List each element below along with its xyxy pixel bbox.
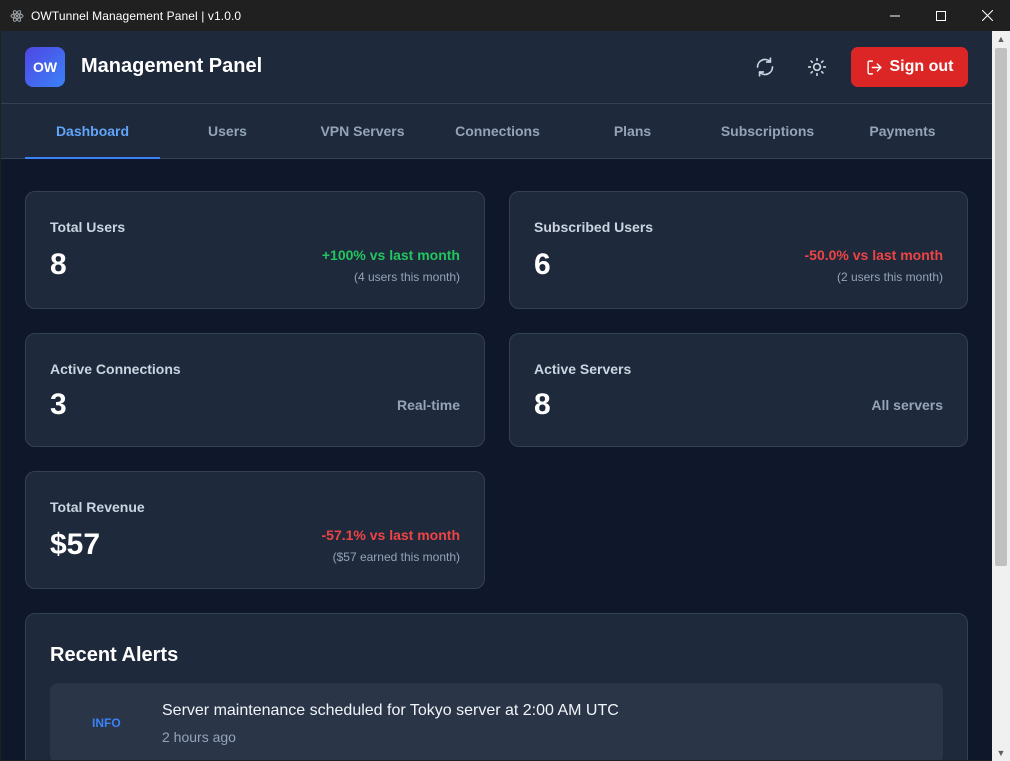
refresh-button[interactable]	[749, 51, 781, 83]
stat-trend: -50.0% vs last month	[804, 247, 944, 263]
sign-out-label: Sign out	[889, 58, 954, 75]
tab-subscriptions[interactable]: Subscriptions	[700, 104, 835, 158]
theme-toggle-button[interactable]	[801, 51, 833, 83]
stat-value: 3	[50, 388, 67, 421]
stat-label: Active Connections	[50, 361, 181, 377]
stat-label: Total Users	[50, 219, 126, 235]
tab-payments[interactable]: Payments	[835, 104, 970, 158]
maximize-button[interactable]	[918, 0, 964, 31]
close-button[interactable]	[964, 0, 1010, 31]
recent-alerts-panel: Recent Alerts INFO Server maintenance sc…	[25, 613, 968, 760]
stat-label: Active Servers	[534, 361, 632, 377]
nav-tabs: Dashboard Users VPN Servers Connections …	[1, 104, 992, 159]
logout-icon	[866, 59, 882, 75]
stat-value: 6	[534, 248, 551, 281]
stat-label: Total Revenue	[50, 499, 145, 515]
window-titlebar: OWTunnel Management Panel | v1.0.0	[0, 0, 1010, 31]
stat-card-active-connections: Active Connections 3 Real-time	[25, 333, 485, 447]
sun-icon	[807, 57, 827, 77]
alert-item: INFO Server maintenance scheduled for To…	[50, 683, 943, 760]
alert-message: Server maintenance scheduled for Tokyo s…	[162, 702, 619, 719]
tab-plans[interactable]: Plans	[565, 104, 700, 158]
stat-card-subscribed-users: Subscribed Users 6 -50.0% vs last month …	[509, 191, 968, 309]
sign-out-button[interactable]: Sign out	[851, 47, 968, 87]
alert-level-badge: INFO	[92, 716, 121, 730]
minimize-icon	[890, 15, 900, 16]
tab-users[interactable]: Users	[160, 104, 295, 158]
tab-dashboard[interactable]: Dashboard	[25, 104, 160, 159]
stat-card-total-users: Total Users 8 +100% vs last month (4 use…	[25, 191, 485, 309]
alert-time: 2 hours ago	[162, 729, 236, 745]
vertical-scrollbar[interactable]: ▲ ▼	[992, 31, 1010, 761]
stat-value: 8	[534, 388, 551, 421]
stat-note: All servers	[871, 397, 943, 413]
tab-vpn-servers[interactable]: VPN Servers	[295, 104, 430, 158]
stat-note: Real-time	[396, 397, 460, 413]
scroll-thumb[interactable]	[995, 48, 1007, 566]
stat-trend: +100% vs last month	[321, 247, 460, 263]
stat-subtext: ($57 earned this month)	[332, 550, 460, 564]
scroll-up-arrow-icon[interactable]: ▲	[992, 31, 1010, 47]
electron-icon	[10, 9, 24, 23]
section-title: Recent Alerts	[50, 644, 179, 666]
stat-value: $57	[50, 528, 101, 561]
app-root: OW Management Panel Sign out Dashboard U…	[1, 31, 992, 760]
tab-connections[interactable]: Connections	[430, 104, 565, 158]
page-title: Management Panel	[81, 55, 263, 77]
scroll-down-arrow-icon[interactable]: ▼	[992, 745, 1010, 761]
stat-trend: -57.1% vs last month	[321, 527, 461, 543]
stat-label: Subscribed Users	[534, 219, 654, 235]
stat-value: 8	[50, 248, 67, 281]
stat-card-active-servers: Active Servers 8 All servers	[509, 333, 968, 447]
app-header: OW Management Panel Sign out	[1, 31, 992, 104]
refresh-icon	[756, 57, 774, 77]
window-controls	[872, 0, 1010, 31]
stat-card-total-revenue: Total Revenue $57 -57.1% vs last month (…	[25, 471, 485, 589]
maximize-icon	[936, 10, 946, 21]
stat-subtext: (4 users this month)	[353, 270, 460, 284]
logo: OW	[25, 47, 65, 87]
close-icon	[981, 10, 993, 21]
minimize-button[interactable]	[872, 0, 918, 31]
window-title: OWTunnel Management Panel | v1.0.0	[31, 8, 242, 23]
stat-subtext: (2 users this month)	[836, 270, 943, 284]
